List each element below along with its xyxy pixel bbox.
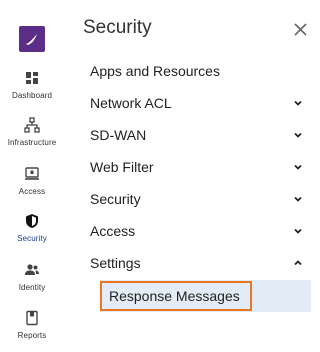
rail-label-identity: Identity	[18, 283, 46, 292]
rail-label-security: Security	[17, 234, 47, 243]
rail-label-infrastructure: Infrastructure	[7, 138, 57, 147]
shield-icon	[26, 214, 38, 228]
panel-title: Security	[83, 17, 152, 38]
chevron-down-icon	[294, 132, 302, 138]
menu-item-apps-and-resources[interactable]: Apps and Resources	[90, 59, 300, 83]
menu-label: Access	[90, 223, 136, 239]
menu-label: Web Filter	[90, 159, 154, 175]
rail-item-security[interactable]: Security	[0, 213, 64, 243]
menu-label: Settings	[90, 255, 141, 271]
rail-label-access: Access	[18, 187, 46, 196]
reports-icon	[26, 310, 38, 326]
menu-item-network-acl[interactable]: Network ACL	[90, 91, 302, 115]
menu-item-sd-wan[interactable]: SD-WAN	[90, 123, 302, 147]
rail-item-access[interactable]: Access	[0, 166, 64, 196]
rail-label-reports: Reports	[17, 331, 47, 340]
rail-item-reports[interactable]: Reports	[0, 310, 64, 340]
menu-label: Apps and Resources	[90, 63, 220, 79]
access-icon	[25, 167, 39, 180]
menu-item-security[interactable]: Security	[90, 187, 302, 211]
rail-item-dashboard[interactable]: Dashboard	[0, 70, 64, 100]
close-button[interactable]	[290, 19, 310, 39]
rail-item-identity[interactable]: Identity	[0, 262, 64, 292]
brand-logo[interactable]	[19, 26, 45, 52]
chevron-down-icon	[294, 196, 302, 202]
chevron-down-icon	[294, 228, 302, 234]
menu-item-web-filter[interactable]: Web Filter	[90, 155, 302, 179]
identity-icon	[25, 264, 39, 275]
submenu-item-response-messages[interactable]: Response Messages	[100, 281, 252, 311]
logo-icon	[26, 34, 37, 45]
nav-rail: Dashboard Infrastructure Access Security	[0, 0, 64, 352]
menu-label: Network ACL	[90, 95, 172, 111]
chevron-up-icon	[294, 260, 302, 266]
menu-label: Security	[90, 191, 141, 207]
chevron-down-icon	[294, 164, 302, 170]
rail-label-dashboard: Dashboard	[11, 91, 53, 100]
submenu-label: Response Messages	[109, 288, 240, 304]
infrastructure-icon	[24, 117, 40, 133]
rail-item-infrastructure[interactable]: Infrastructure	[0, 117, 64, 147]
close-icon	[293, 22, 307, 36]
menu-item-access[interactable]: Access	[90, 219, 302, 243]
chevron-down-icon	[294, 100, 302, 106]
menu-item-settings[interactable]: Settings	[90, 251, 302, 275]
dashboard-icon	[26, 72, 38, 84]
security-panel: Security Apps and Resources Network ACL …	[64, 0, 320, 352]
menu-label: SD-WAN	[90, 127, 147, 143]
